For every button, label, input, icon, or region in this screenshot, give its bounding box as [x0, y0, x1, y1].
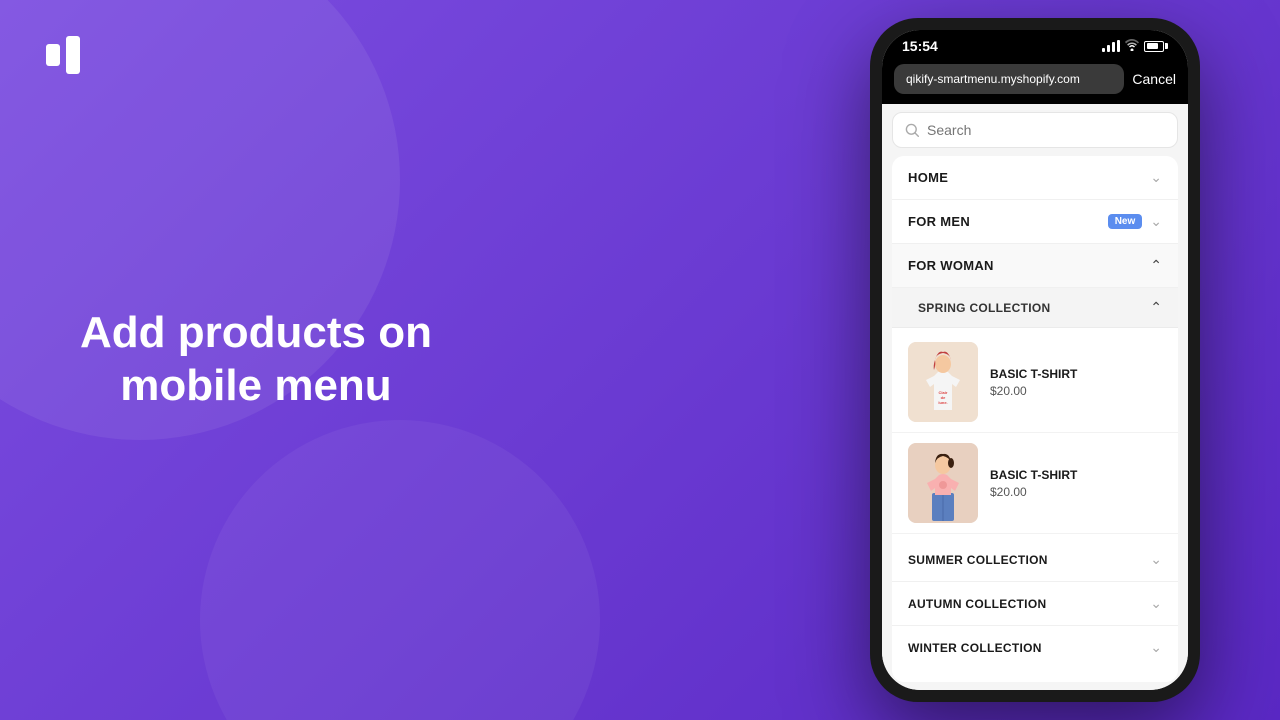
new-badge: New: [1108, 214, 1143, 229]
status-bar: 15:54: [882, 30, 1188, 58]
phone-outer: 15:54: [870, 18, 1200, 702]
phone-inner: 15:54: [882, 30, 1188, 690]
product-card-2[interactable]: BASIC T-SHIRT $20.00: [892, 433, 1178, 534]
menu-list: HOME ⌄ FOR MEN New ⌄ FOR WOMAN ⌃: [892, 156, 1178, 682]
status-icons: [1102, 39, 1168, 54]
signal-icon: [1102, 40, 1120, 52]
menu-label-for-men: FOR MEN: [908, 214, 1108, 229]
product-price-1: $20.00: [990, 384, 1077, 398]
chevron-down-icon: ⌄: [1150, 595, 1162, 612]
product-info-1: BASIC T-SHIRT $20.00: [990, 367, 1077, 398]
collection-label-winter: WINTER COLLECTION: [908, 641, 1150, 655]
logo: [40, 30, 90, 80]
notch: [980, 30, 1090, 52]
product-info-2: BASIC T-SHIRT $20.00: [990, 468, 1077, 499]
collection-label-autumn: AUTUMN COLLECTION: [908, 597, 1150, 611]
bg-circle-2: [200, 420, 600, 720]
collection-item-summer[interactable]: SUMMER COLLECTION ⌄: [892, 538, 1178, 582]
chevron-up-icon: ⌃: [1150, 257, 1162, 274]
product-image-2: [908, 443, 978, 523]
url-text: qikify-smartmenu.myshopify.com: [906, 72, 1080, 86]
product-card-1[interactable]: Clair de lune.: [892, 332, 1178, 433]
search-icon: [905, 123, 919, 137]
submenu-item-spring[interactable]: SPRING COLLECTION ⌃: [892, 288, 1178, 328]
chevron-up-icon: ⌃: [1150, 299, 1162, 316]
menu-item-for-woman[interactable]: FOR WOMAN ⌃: [892, 244, 1178, 288]
url-bar: qikify-smartmenu.myshopify.com Cancel: [882, 58, 1188, 104]
phone-mockup: 15:54: [870, 18, 1200, 702]
headline-line2: mobile menu: [120, 361, 391, 410]
headline-line1: Add products on: [80, 308, 432, 357]
chevron-down-icon: ⌄: [1150, 213, 1162, 230]
menu-label-for-woman: FOR WOMAN: [908, 258, 1150, 273]
chevron-down-icon: ⌄: [1150, 639, 1162, 656]
url-field[interactable]: qikify-smartmenu.myshopify.com: [894, 64, 1124, 94]
menu-item-for-men[interactable]: FOR MEN New ⌄: [892, 200, 1178, 244]
menu-label-home: HOME: [908, 170, 1150, 185]
chevron-down-icon: ⌄: [1150, 169, 1162, 186]
product-image-1: Clair de lune.: [908, 342, 978, 422]
chevron-down-icon: ⌄: [1150, 551, 1162, 568]
search-bar[interactable]: [892, 112, 1178, 148]
product-name-1: BASIC T-SHIRT: [990, 367, 1077, 381]
search-input[interactable]: [927, 122, 1165, 138]
cancel-button[interactable]: Cancel: [1132, 71, 1176, 87]
collection-item-winter[interactable]: WINTER COLLECTION ⌄: [892, 626, 1178, 669]
svg-text:lune.: lune.: [938, 400, 947, 405]
collection-item-autumn[interactable]: AUTUMN COLLECTION ⌄: [892, 582, 1178, 626]
wifi-icon: [1125, 39, 1139, 54]
battery-icon: [1144, 41, 1168, 52]
product-price-2: $20.00: [990, 485, 1077, 499]
status-time: 15:54: [902, 38, 938, 54]
products-area: Clair de lune.: [892, 328, 1178, 538]
headline: Add products on mobile menu: [80, 307, 432, 413]
submenu-label-spring: SPRING COLLECTION: [918, 301, 1150, 315]
collection-label-summer: SUMMER COLLECTION: [908, 553, 1150, 567]
phone-content: HOME ⌄ FOR MEN New ⌄ FOR WOMAN ⌃: [882, 104, 1188, 690]
menu-item-home[interactable]: HOME ⌄: [892, 156, 1178, 200]
product-name-2: BASIC T-SHIRT: [990, 468, 1077, 482]
submenu-spring: SPRING COLLECTION ⌃: [892, 288, 1178, 669]
